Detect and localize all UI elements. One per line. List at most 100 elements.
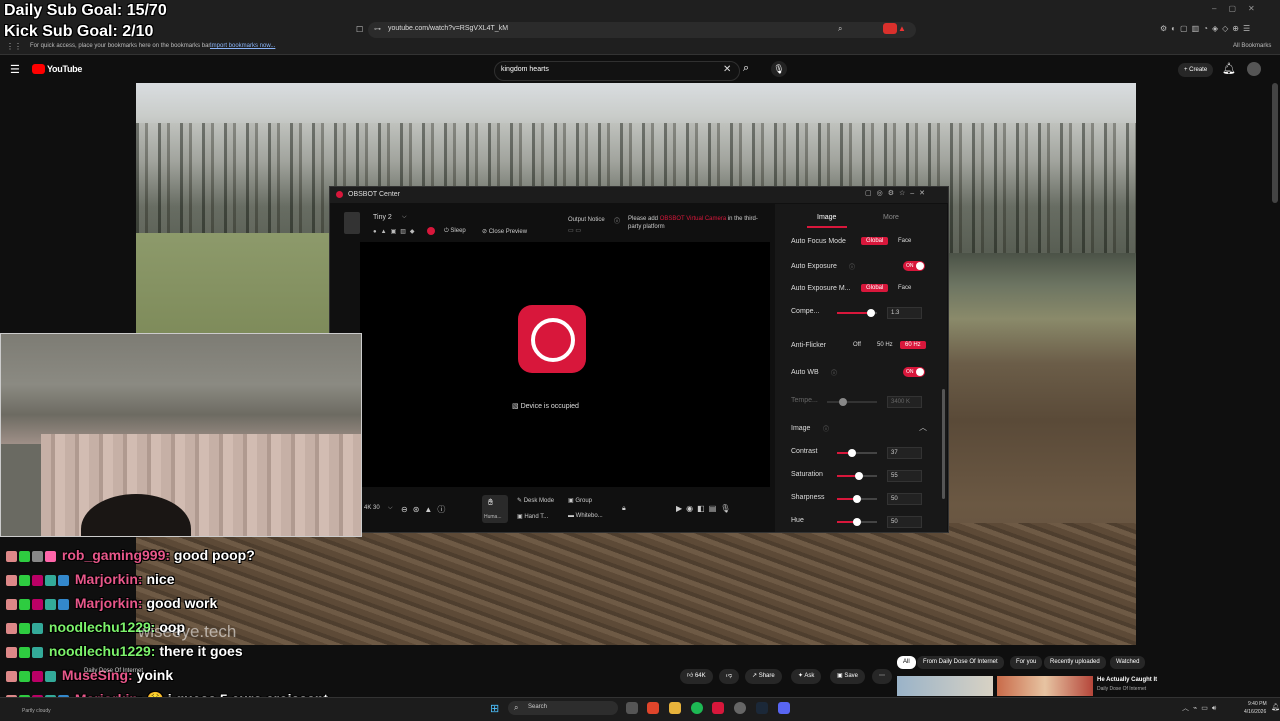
taskbar-search[interactable]: ⌕ Search <box>508 701 618 715</box>
all-bookmarks-button[interactable]: All Bookmarks <box>1233 43 1271 49</box>
sleep-button[interactable]: ⏻ Sleep <box>444 228 466 235</box>
collapse-icon[interactable]: ︿ <box>919 422 927 433</box>
exposure-global-option[interactable]: Global <box>861 284 889 292</box>
obsbot-taskbar-icon[interactable] <box>712 702 724 714</box>
system-tray-icons[interactable]: ︿⌁▭🔊︎ <box>1182 703 1220 713</box>
create-button[interactable]: + Create <box>1178 63 1214 77</box>
bookmark-star-icon[interactable]: ☐ <box>356 25 363 34</box>
auto-wb-toggle[interactable]: ON <box>903 367 925 377</box>
ask-button[interactable]: ✦ Ask <box>791 669 822 684</box>
notification-center-icon[interactable]: 🔔︎ <box>1271 703 1280 711</box>
clock-time[interactable]: 9:40 PM <box>1248 701 1267 707</box>
exposure-face-option[interactable]: Face <box>893 284 916 292</box>
notifications-icon[interactable]: 🔔︎ <box>1222 62 1236 75</box>
resolution-select[interactable]: 4K 30 <box>364 505 380 511</box>
chevron-down-icon[interactable]: ⌵ <box>388 505 393 512</box>
control-icons[interactable]: ⊖⊛▲ⓘ <box>401 504 450 515</box>
clear-search-icon[interactable]: ✕ <box>723 64 731 75</box>
info-icon[interactable]: ⓘ <box>614 216 620 225</box>
saturation-label: Saturation <box>791 471 823 478</box>
sharpness-slider[interactable] <box>837 495 877 503</box>
info-icon[interactable]: ⓘ <box>831 368 837 377</box>
menu-icon[interactable]: ☰ <box>10 63 20 76</box>
chip-watched[interactable]: Watched <box>1110 656 1146 669</box>
channel-name[interactable]: Daily Dose Of Internet <box>84 668 143 674</box>
avatar[interactable] <box>1247 62 1261 76</box>
youtube-logo-icon[interactable] <box>32 64 45 74</box>
sharpness-value[interactable]: 50 <box>887 493 922 505</box>
windows-start-icon[interactable]: ⊞ <box>490 702 499 715</box>
related-thumbnail-1[interactable] <box>897 676 993 696</box>
task-view-icon[interactable] <box>626 702 638 714</box>
info-icon[interactable]: ⓘ <box>823 424 829 433</box>
chip-all[interactable]: All <box>897 656 916 669</box>
flicker-50hz-option[interactable]: 50 Hz <box>872 341 898 349</box>
desk-mode-button[interactable]: ✎ Desk Mode <box>517 497 554 504</box>
brave-shield-icon[interactable] <box>883 23 897 34</box>
search-icon[interactable]: ⌕ <box>743 62 749 75</box>
apps-icon[interactable]: ⋮⋮ <box>6 42 22 51</box>
close-preview-button[interactable]: ⊘ Close Preview <box>482 228 527 235</box>
site-info-icon[interactable]: ⊶ <box>374 25 381 33</box>
saturation-slider[interactable] <box>837 472 877 480</box>
more-actions-icon[interactable]: ⋯ <box>872 669 892 684</box>
record-icon[interactable] <box>427 227 435 235</box>
settings-scrollbar[interactable] <box>942 389 945 499</box>
compensation-slider[interactable] <box>837 309 877 317</box>
clock-date[interactable]: 4/16/2026 <box>1244 709 1266 715</box>
saturation-value[interactable]: 55 <box>887 470 922 482</box>
related-thumbnail-2[interactable] <box>997 676 1093 696</box>
voice-search-icon[interactable]: 🎙︎ <box>771 61 787 77</box>
hand-track-button[interactable]: ▣ Hand T... <box>517 513 548 520</box>
lock-icon[interactable]: 🔒︎ <box>622 505 626 513</box>
like-button[interactable]: 👍︎ 64K <box>680 669 713 684</box>
window-controls[interactable]: –▢✕ <box>1212 4 1267 13</box>
tab-image[interactable]: Image <box>817 214 836 221</box>
info-icon[interactable]: ⓘ <box>849 262 855 271</box>
hue-slider[interactable] <box>837 518 877 526</box>
group-button[interactable]: ▣ Group <box>568 497 592 504</box>
brave-icon[interactable] <box>647 702 659 714</box>
chip-channel[interactable]: From Daily Dose Of Internet <box>917 656 1004 669</box>
settings-panel: Image More Auto Focus Mode Global Face A… <box>775 204 947 532</box>
whiteboard-button[interactable]: ▬ Whitebo... <box>568 513 603 519</box>
weather-text[interactable]: Partly cloudy <box>22 708 51 714</box>
related-channel[interactable]: Daily Dose Of Internet <box>1097 686 1146 692</box>
spotify-icon[interactable] <box>691 702 703 714</box>
share-button[interactable]: ↗ Share <box>745 669 782 684</box>
rewards-icon[interactable]: ▲ <box>898 24 906 33</box>
dislike-button[interactable]: 👎︎ <box>719 669 740 684</box>
focus-global-option[interactable]: Global <box>861 237 889 245</box>
chip-recently-uploaded[interactable]: Recently uploaded <box>1044 656 1106 669</box>
auto-exposure-toggle[interactable]: ON <box>903 261 925 271</box>
related-title[interactable]: He Actually Caught It <box>1097 677 1157 683</box>
file-explorer-icon[interactable] <box>669 702 681 714</box>
youtube-logo-text[interactable]: YouTube <box>47 64 82 74</box>
tab-more[interactable]: More <box>883 214 899 221</box>
focus-face-option[interactable]: Face <box>893 237 916 245</box>
capture-icons[interactable]: ▶◉◧▤🎙︎ <box>676 504 734 513</box>
virtual-camera-link[interactable]: OBSBOT Virtual Camera <box>660 216 726 222</box>
contrast-slider[interactable] <box>837 449 877 457</box>
hue-value[interactable]: 50 <box>887 516 922 528</box>
import-bookmarks-link[interactable]: Import bookmarks now... <box>210 43 275 49</box>
flicker-60hz-option[interactable]: 60 Hz <box>900 341 926 349</box>
page-scrollbar[interactable] <box>1272 83 1278 203</box>
contrast-value[interactable]: 37 <box>887 447 922 459</box>
obsbot-window-controls[interactable]: ▢◎⚙☆–✕ <box>865 189 930 197</box>
save-button[interactable]: ▣ Save <box>830 669 866 684</box>
search-icon: ⌕ <box>514 703 519 712</box>
zoom-icon[interactable]: ⌕ <box>838 24 842 34</box>
steam-icon[interactable] <box>756 702 768 714</box>
flicker-off-option[interactable]: Off <box>848 341 866 349</box>
device-select[interactable]: Tiny 2 <box>373 214 392 221</box>
compensation-value[interactable]: 1.3 <box>887 307 922 319</box>
extension-icons[interactable]: ⚙◐▢▥◔◈◇⊕☰ <box>1160 24 1254 33</box>
discord-icon[interactable] <box>778 702 790 714</box>
url-input[interactable]: ⊶ youtube.com/watch?v=RSgVXL4T_kM ⌕ ▲ <box>368 22 916 38</box>
human-mode-button[interactable]: ✋︎ Huma... <box>482 495 508 523</box>
chevron-down-icon[interactable]: ⌵ <box>402 214 407 221</box>
chip-for-you[interactable]: For you <box>1010 656 1043 669</box>
obs-icon[interactable] <box>734 702 746 714</box>
search-input[interactable]: kingdom hearts ✕ <box>494 61 740 81</box>
